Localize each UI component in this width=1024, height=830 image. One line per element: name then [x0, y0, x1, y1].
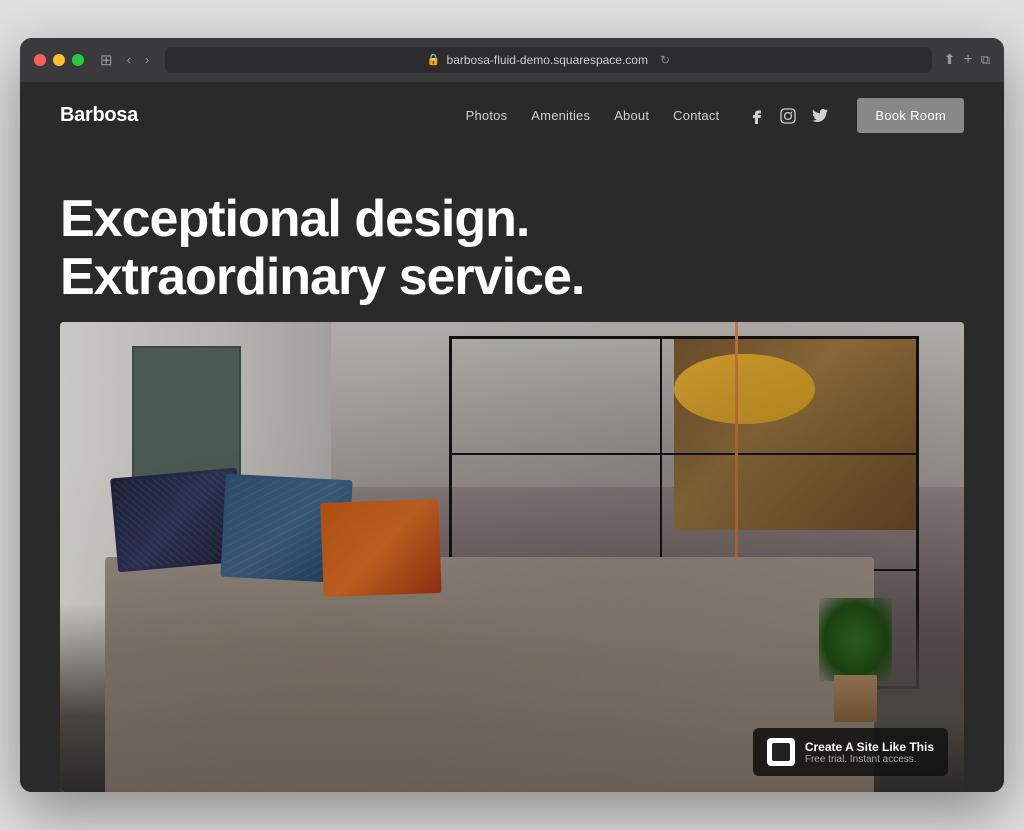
instagram-icon[interactable]	[779, 107, 797, 125]
tabs-icon[interactable]: ⧉	[981, 52, 990, 68]
squarespace-logo-inner	[772, 743, 790, 761]
squarespace-logo	[767, 738, 795, 766]
forward-icon[interactable]: ›	[141, 50, 153, 69]
twitter-icon[interactable]	[811, 107, 829, 125]
ss-badge-text: Create A Site Like This Free trial. Inst…	[805, 740, 934, 765]
minimize-button[interactable]	[53, 54, 65, 66]
ss-badge-title: Create A Site Like This	[805, 740, 934, 754]
ss-badge-subtitle: Free trial. Instant access.	[805, 754, 934, 765]
share-icon[interactable]: ⬆	[944, 51, 956, 68]
nav-link-amenities[interactable]: Amenities	[531, 108, 590, 123]
sidebar-toggle-icon[interactable]: ⊞	[96, 49, 117, 71]
hero-title: Exceptional design. Extraordinary servic…	[60, 190, 964, 306]
browser-nav-controls: ⊞ ‹ ›	[96, 49, 153, 71]
website-content: Barbosa Photos Amenities About Contact	[20, 82, 1004, 792]
hero-title-line1: Exceptional design.	[60, 190, 529, 248]
browser-chrome: ⊞ ‹ › 🔒 barbosa-fluid-demo.squarespace.c…	[20, 38, 1004, 82]
browser-window: ⊞ ‹ › 🔒 barbosa-fluid-demo.squarespace.c…	[20, 38, 1004, 792]
hero-section: Exceptional design. Extraordinary servic…	[20, 150, 1004, 792]
nav-links: Photos Amenities About Contact	[466, 108, 720, 123]
back-icon[interactable]: ‹	[123, 50, 135, 69]
room-illustration	[60, 322, 964, 792]
fullscreen-button[interactable]	[72, 54, 84, 66]
nav-right: Photos Amenities About Contact	[466, 98, 964, 133]
nav-link-photos[interactable]: Photos	[466, 108, 508, 123]
close-button[interactable]	[34, 54, 46, 66]
facebook-icon[interactable]	[747, 107, 765, 125]
hero-title-line2: Extraordinary service.	[60, 248, 584, 306]
brand-logo[interactable]: Barbosa	[60, 104, 138, 127]
traffic-lights	[34, 54, 84, 66]
refresh-icon[interactable]: ↻	[660, 53, 670, 67]
url-text: barbosa-fluid-demo.squarespace.com	[447, 53, 648, 67]
lock-icon: 🔒	[427, 53, 441, 66]
photo-overlay	[60, 322, 964, 792]
browser-right-controls: ⬆ + ⧉	[944, 51, 990, 69]
book-room-button[interactable]: Book Room	[857, 98, 964, 133]
address-bar[interactable]: 🔒 barbosa-fluid-demo.squarespace.com ↻	[165, 47, 931, 73]
nav-link-about[interactable]: About	[614, 108, 649, 123]
new-tab-icon[interactable]: +	[963, 51, 972, 69]
nav-social	[747, 107, 829, 125]
squarespace-badge[interactable]: Create A Site Like This Free trial. Inst…	[753, 728, 948, 776]
nav-link-contact[interactable]: Contact	[673, 108, 719, 123]
hero-image: Create A Site Like This Free trial. Inst…	[60, 322, 964, 792]
navbar: Barbosa Photos Amenities About Contact	[20, 82, 1004, 150]
hero-text: Exceptional design. Extraordinary servic…	[60, 190, 964, 306]
